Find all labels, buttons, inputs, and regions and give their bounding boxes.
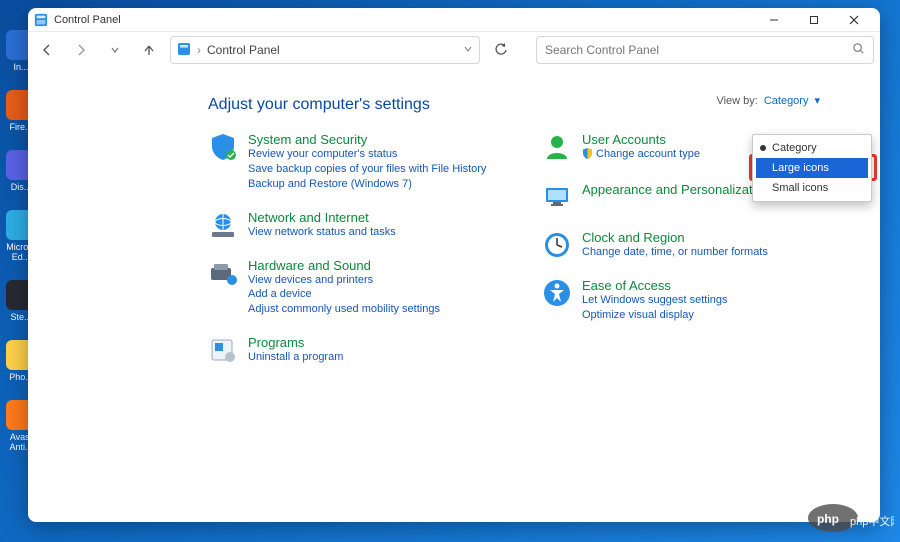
breadcrumb-location[interactable]: Control Panel: [207, 43, 280, 57]
category-system-and-security: System and SecurityReview your computer'…: [208, 132, 506, 192]
category-link[interactable]: View devices and printers: [248, 273, 440, 288]
category-link[interactable]: Backup and Restore (Windows 7): [248, 177, 486, 192]
svg-text:php: php: [817, 512, 839, 526]
toolbar: › Control Panel Search Control Panel: [28, 32, 880, 68]
recent-locations-button[interactable]: [102, 37, 128, 63]
clock-and-region-icon: [542, 230, 572, 260]
category-clock-and-region: Clock and RegionChange date, time, or nu…: [542, 230, 840, 260]
up-button[interactable]: [136, 37, 162, 63]
category-link[interactable]: Adjust commonly used mobility settings: [248, 302, 440, 317]
ease-of-access-icon: [542, 278, 572, 308]
category-title[interactable]: Appearance and Personalization: [582, 182, 770, 197]
category-link[interactable]: Save backup copies of your files with Fi…: [248, 162, 486, 177]
search-placeholder: Search Control Panel: [545, 43, 659, 57]
refresh-button[interactable]: [488, 37, 514, 63]
titlebar: Control Panel: [28, 8, 880, 32]
view-by-control: View by: Category ▾ CategoryLarge iconsS…: [716, 94, 820, 107]
category-link[interactable]: Uninstall a program: [248, 350, 343, 365]
search-icon: [852, 42, 865, 58]
category-link[interactable]: Change date, time, or number formats: [582, 245, 768, 260]
close-button[interactable]: [834, 8, 874, 32]
chevron-down-icon[interactable]: [463, 43, 473, 57]
category-title[interactable]: Programs: [248, 335, 343, 350]
view-by-value[interactable]: Category: [764, 95, 809, 107]
system-and-security-icon: [208, 132, 238, 162]
forward-button[interactable]: [68, 37, 94, 63]
category-link[interactable]: Let Windows suggest settings: [582, 293, 728, 308]
category-link[interactable]: Review your computer's status: [248, 147, 486, 162]
minimize-button[interactable]: [754, 8, 794, 32]
maximize-button[interactable]: [794, 8, 834, 32]
address-bar[interactable]: › Control Panel: [170, 36, 480, 64]
category-title[interactable]: Clock and Region: [582, 230, 768, 245]
shield-icon: [582, 148, 593, 164]
category-link[interactable]: Optimize visual display: [582, 308, 728, 323]
content-area: Adjust your computer's settings View by:…: [28, 68, 880, 522]
window-title: Control Panel: [54, 14, 121, 26]
category-title[interactable]: Network and Internet: [248, 210, 396, 225]
category-hardware-and-sound: Hardware and SoundView devices and print…: [208, 258, 506, 318]
category-network-and-internet: Network and InternetView network status …: [208, 210, 506, 240]
dropdown-item-small-icons[interactable]: Small icons: [756, 178, 868, 198]
category-title[interactable]: Ease of Access: [582, 278, 728, 293]
category-columns: System and SecurityReview your computer'…: [208, 132, 840, 365]
dropdown-item-category[interactable]: Category: [756, 138, 868, 158]
search-input[interactable]: Search Control Panel: [536, 36, 874, 64]
category-link[interactable]: View network status and tasks: [248, 225, 396, 240]
view-by-label: View by:: [716, 95, 757, 107]
control-panel-icon: [177, 42, 191, 59]
control-panel-icon: [34, 13, 48, 27]
category-programs: ProgramsUninstall a program: [208, 335, 506, 365]
category-ease-of-access: Ease of AccessLet Windows suggest settin…: [542, 278, 840, 323]
category-title[interactable]: User Accounts: [582, 132, 700, 147]
view-by-dropdown: CategoryLarge iconsSmall icons: [752, 134, 872, 202]
watermark: php php中文网: [808, 503, 894, 536]
back-button[interactable]: [34, 37, 60, 63]
category-title[interactable]: Hardware and Sound: [248, 258, 440, 273]
category-link[interactable]: Change account type: [582, 147, 700, 164]
chevron-down-icon[interactable]: ▾: [814, 94, 820, 107]
left-column: System and SecurityReview your computer'…: [208, 132, 506, 365]
chevron-right-icon: ›: [197, 43, 201, 57]
appearance-and-personalization-icon: [542, 182, 572, 212]
dropdown-item-large-icons[interactable]: Large icons: [756, 158, 868, 178]
user-accounts-icon: [542, 132, 572, 162]
category-title[interactable]: System and Security: [248, 132, 486, 147]
programs-icon: [208, 335, 238, 365]
control-panel-window: Control Panel › Control Panel Search Con…: [28, 8, 880, 522]
svg-text:php中文网: php中文网: [850, 514, 894, 528]
hardware-and-sound-icon: [208, 258, 238, 288]
network-and-internet-icon: [208, 210, 238, 240]
category-link[interactable]: Add a device: [248, 287, 440, 302]
